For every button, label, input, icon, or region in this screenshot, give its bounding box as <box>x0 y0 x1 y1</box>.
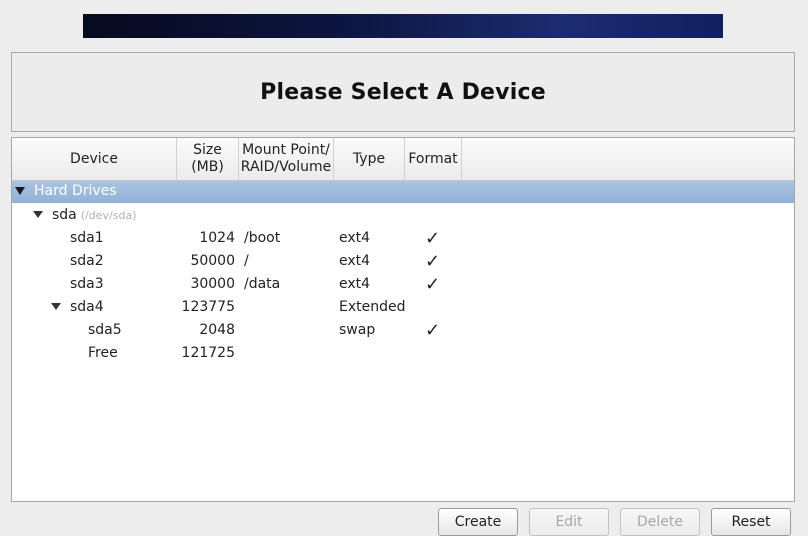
type-cell: ext4 <box>339 276 371 292</box>
size-cell: 1024 <box>199 230 235 246</box>
create-button[interactable]: Create <box>438 508 518 536</box>
tree-row-disk[interactable]: sda (/dev/sda) <box>12 204 794 227</box>
tree-row[interactable]: sda4 123775 Extended <box>12 296 794 319</box>
tree-row[interactable]: Free 121725 <box>12 342 794 365</box>
expander-down-icon[interactable] <box>15 187 25 195</box>
type-cell: ext4 <box>339 230 371 246</box>
mount-cell: /data <box>244 276 281 292</box>
page-title: Please Select A Device <box>260 79 546 105</box>
header-banner <box>83 14 723 38</box>
format-check-icon: ✓ <box>425 320 441 341</box>
device-cell: sda4 <box>70 299 104 315</box>
tree-row[interactable]: sda2 50000 / ext4 ✓ <box>12 250 794 273</box>
size-cell: 30000 <box>190 276 235 292</box>
size-cell: 50000 <box>190 253 235 269</box>
type-cell: Extended <box>339 299 406 315</box>
type-cell: ext4 <box>339 253 371 269</box>
column-header-device[interactable]: Device <box>12 138 177 180</box>
size-cell: 2048 <box>199 322 235 338</box>
group-label: Hard Drives <box>34 183 117 199</box>
reset-button[interactable]: Reset <box>711 508 791 536</box>
size-cell: 123775 <box>181 299 235 315</box>
column-header-type[interactable]: Type <box>334 138 405 180</box>
tree-row[interactable]: sda5 2048 swap ✓ <box>12 319 794 342</box>
device-cell: sda5 <box>88 322 122 338</box>
type-cell: swap <box>339 322 376 338</box>
size-cell: 121725 <box>181 345 235 361</box>
column-header-mount[interactable]: Mount Point/RAID/Volume <box>239 138 334 180</box>
title-panel: Please Select A Device <box>11 52 795 132</box>
device-cell: sda2 <box>70 253 104 269</box>
column-header-format[interactable]: Format <box>405 138 462 180</box>
device-tree[interactable]: Device Size (MB) Mount Point/RAID/Volume … <box>11 137 795 502</box>
format-check-icon: ✓ <box>425 251 441 272</box>
column-header-size[interactable]: Size (MB) <box>177 138 239 180</box>
mount-cell: / <box>244 253 249 269</box>
mount-cell: /boot <box>244 230 281 246</box>
expander-down-icon[interactable] <box>51 303 61 310</box>
disk-name: sda <box>52 207 77 223</box>
delete-button[interactable]: Delete <box>620 508 700 536</box>
tree-group-hard-drives[interactable]: Hard Drives <box>12 181 794 203</box>
tree-row[interactable]: sda1 1024/boot ext4 ✓ <box>12 227 794 250</box>
tree-row[interactable]: sda3 30000/data ext4 ✓ <box>12 273 794 296</box>
format-check-icon: ✓ <box>425 274 441 295</box>
device-cell: sda1 <box>70 230 104 246</box>
device-cell: sda3 <box>70 276 104 292</box>
expander-down-icon[interactable] <box>33 211 43 218</box>
device-cell: Free <box>88 345 118 361</box>
disk-path: (/dev/sda) <box>80 209 137 222</box>
edit-button[interactable]: Edit <box>529 508 609 536</box>
format-check-icon: ✓ <box>425 228 441 249</box>
tree-header: Device Size (MB) Mount Point/RAID/Volume … <box>12 138 794 181</box>
